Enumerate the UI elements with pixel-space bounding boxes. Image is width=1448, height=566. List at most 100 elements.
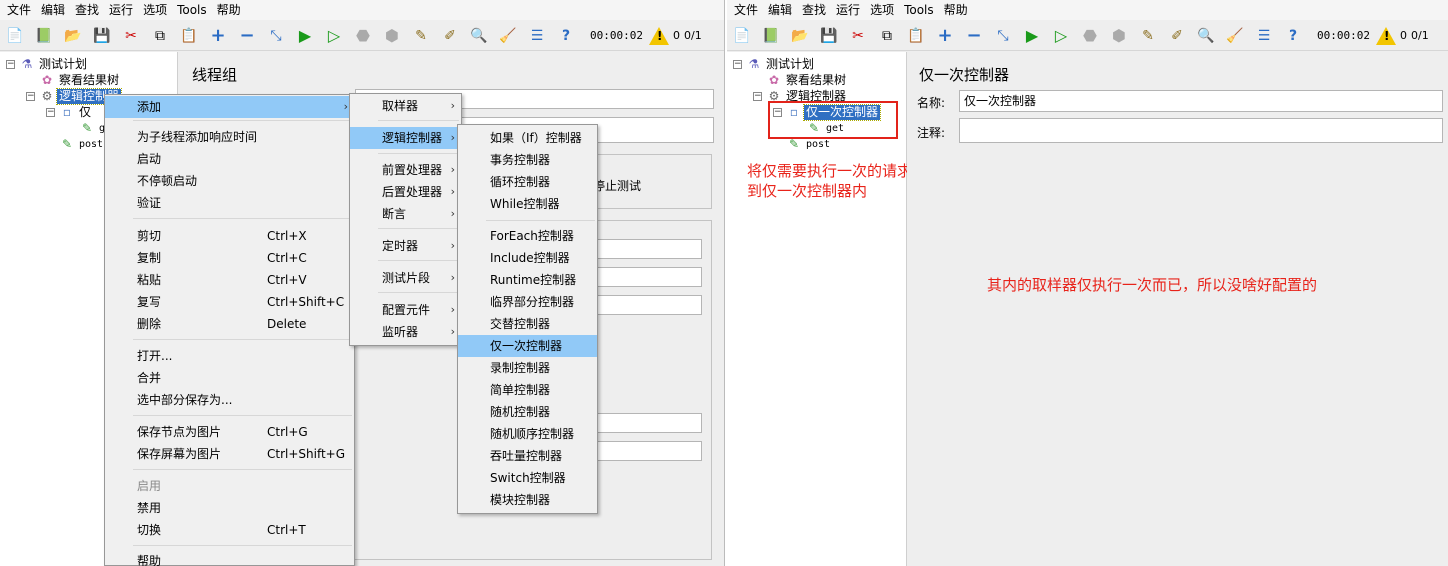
stop-icon[interactable]: ⬣ <box>1079 25 1101 47</box>
logic-item-include[interactable]: Include控制器 <box>458 247 597 269</box>
tree-collapse-toggle[interactable]: − <box>6 60 15 69</box>
tree-node-post[interactable]: ✎ post <box>60 136 105 152</box>
menu-options[interactable]: 选项 <box>138 0 172 20</box>
clear-all-icon[interactable]: ✐ <box>439 25 461 47</box>
menu-edit[interactable]: 编辑 <box>36 0 70 20</box>
comment-field[interactable] <box>959 118 1443 143</box>
clear-icon[interactable]: ✎ <box>1137 25 1159 47</box>
menu-item-start[interactable]: 启动 <box>105 148 354 170</box>
open-icon[interactable]: 📂 <box>789 25 811 47</box>
submenu-item-pre-processor[interactable]: 前置处理器 › <box>350 159 461 181</box>
logic-item-loop[interactable]: 循环控制器 <box>458 171 597 193</box>
shutdown-icon[interactable]: ⬢ <box>1108 25 1130 47</box>
expand-icon[interactable]: + <box>207 25 229 47</box>
warning-icon[interactable] <box>1375 26 1396 45</box>
submenu-item-assertion[interactable]: 断言 › <box>350 203 461 225</box>
menu-item-paste[interactable]: 粘贴 Ctrl+V <box>105 269 354 291</box>
tree-collapse-toggle[interactable]: − <box>26 92 35 101</box>
menu-item-duplicate[interactable]: 复写 Ctrl+Shift+C <box>105 291 354 313</box>
menu-item-save-node-image[interactable]: 保存节点为图片 Ctrl+G <box>105 421 354 443</box>
tree-collapse-toggle[interactable]: − <box>733 60 742 69</box>
stop-icon[interactable]: ⬣ <box>352 25 374 47</box>
start-icon[interactable]: ▶ <box>1021 25 1043 47</box>
logic-item-if[interactable]: 如果（If）控制器 <box>458 127 597 149</box>
name-field[interactable]: 仅一次控制器 <box>959 90 1443 112</box>
logic-item-random[interactable]: 随机控制器 <box>458 401 597 423</box>
collapse-icon[interactable]: − <box>236 25 258 47</box>
submenu-item-logic-controller[interactable]: 逻辑控制器 › <box>350 127 461 149</box>
collapse-icon[interactable]: − <box>963 25 985 47</box>
search-icon[interactable]: 🔍 <box>468 25 490 47</box>
menu-item-help[interactable]: 帮助 <box>105 550 354 566</box>
logic-item-once-only[interactable]: 仅一次控制器 <box>458 335 597 357</box>
menu-item-open[interactable]: 打开... <box>105 345 354 367</box>
save-icon[interactable]: 💾 <box>91 25 113 47</box>
cut-icon[interactable]: ✂ <box>847 25 869 47</box>
logic-item-throughput[interactable]: 吞吐量控制器 <box>458 445 597 467</box>
logic-item-switch[interactable]: Switch控制器 <box>458 467 597 489</box>
menu-item-validate[interactable]: 验证 <box>105 192 354 214</box>
start-icon[interactable]: ▶ <box>294 25 316 47</box>
menu-help[interactable]: 帮助 <box>212 0 246 20</box>
menu-item-merge[interactable]: 合并 <box>105 367 354 389</box>
copy-icon[interactable]: ⧉ <box>149 25 171 47</box>
logic-item-foreach[interactable]: ForEach控制器 <box>458 225 597 247</box>
submenu-item-timer[interactable]: 定时器 › <box>350 235 461 257</box>
logic-item-random-order[interactable]: 随机顺序控制器 <box>458 423 597 445</box>
menu-run[interactable]: 运行 <box>831 0 865 20</box>
search-icon[interactable]: 🔍 <box>1195 25 1217 47</box>
menu-item-start-no-pause[interactable]: 不停顿启动 <box>105 170 354 192</box>
start-no-pause-icon[interactable]: ▷ <box>323 25 345 47</box>
save-icon[interactable]: 💾 <box>818 25 840 47</box>
menu-run[interactable]: 运行 <box>104 0 138 20</box>
function-helper-icon[interactable]: ☰ <box>1253 25 1275 47</box>
expand-icon[interactable]: + <box>934 25 956 47</box>
submenu-item-test-fragment[interactable]: 测试片段 › <box>350 267 461 289</box>
menu-search[interactable]: 查找 <box>797 0 831 20</box>
tree-collapse-toggle[interactable]: − <box>46 108 55 117</box>
paste-icon[interactable]: 📋 <box>178 25 200 47</box>
logic-item-runtime[interactable]: Runtime控制器 <box>458 269 597 291</box>
toggle-icon[interactable]: ⤡ <box>265 25 287 47</box>
menu-tools[interactable]: Tools <box>899 0 939 20</box>
menu-options[interactable]: 选项 <box>865 0 899 20</box>
submenu-item-sampler[interactable]: 取样器 › <box>350 95 461 117</box>
help-icon[interactable]: ? <box>1282 25 1304 47</box>
copy-icon[interactable]: ⧉ <box>876 25 898 47</box>
shutdown-icon[interactable]: ⬢ <box>381 25 403 47</box>
tree-node-get[interactable]: ✎ g <box>80 120 107 136</box>
menu-file[interactable]: 文件 <box>729 0 763 20</box>
tree-node-test-plan[interactable]: ⚗ 测试计划 <box>20 56 89 72</box>
menu-item-save-selection-as[interactable]: 选中部分保存为... <box>105 389 354 411</box>
tree-node-test-plan[interactable]: ⚗ 测试计划 <box>747 56 816 72</box>
menu-item-cut[interactable]: 剪切 Ctrl+X <box>105 225 354 247</box>
tree-collapse-toggle[interactable]: − <box>753 92 762 101</box>
cut-icon[interactable]: ✂ <box>120 25 142 47</box>
menu-file[interactable]: 文件 <box>2 0 36 20</box>
submenu-item-listener[interactable]: 监听器 › <box>350 321 461 343</box>
menu-item-copy[interactable]: 复制 Ctrl+C <box>105 247 354 269</box>
logic-item-while[interactable]: While控制器 <box>458 193 597 215</box>
reset-search-icon[interactable]: 🧹 <box>1224 25 1246 47</box>
templates-icon[interactable]: 📗 <box>33 25 55 47</box>
paste-icon[interactable]: 📋 <box>905 25 927 47</box>
tree-node-results-tree[interactable]: ✿ 察看结果树 <box>40 72 121 88</box>
new-icon[interactable]: 📄 <box>731 25 753 47</box>
templates-icon[interactable]: 📗 <box>760 25 782 47</box>
menu-help[interactable]: 帮助 <box>939 0 973 20</box>
tree-node-results-tree[interactable]: ✿ 察看结果树 <box>767 72 848 88</box>
menu-item-delete[interactable]: 删除 Delete <box>105 313 354 335</box>
clear-icon[interactable]: ✎ <box>410 25 432 47</box>
submenu-item-config-element[interactable]: 配置元件 › <box>350 299 461 321</box>
menu-tools[interactable]: Tools <box>172 0 212 20</box>
logic-item-simple[interactable]: 简单控制器 <box>458 379 597 401</box>
logic-item-transaction[interactable]: 事务控制器 <box>458 149 597 171</box>
menu-item-toggle[interactable]: 切换 Ctrl+T <box>105 519 354 541</box>
start-no-pause-icon[interactable]: ▷ <box>1050 25 1072 47</box>
warning-icon[interactable] <box>648 26 669 45</box>
logic-item-interleave[interactable]: 交替控制器 <box>458 313 597 335</box>
logic-item-recording[interactable]: 录制控制器 <box>458 357 597 379</box>
menu-item-disable[interactable]: 禁用 <box>105 497 354 519</box>
reset-search-icon[interactable]: 🧹 <box>497 25 519 47</box>
menu-item-add-response-time[interactable]: 为子线程添加响应时间 <box>105 126 354 148</box>
